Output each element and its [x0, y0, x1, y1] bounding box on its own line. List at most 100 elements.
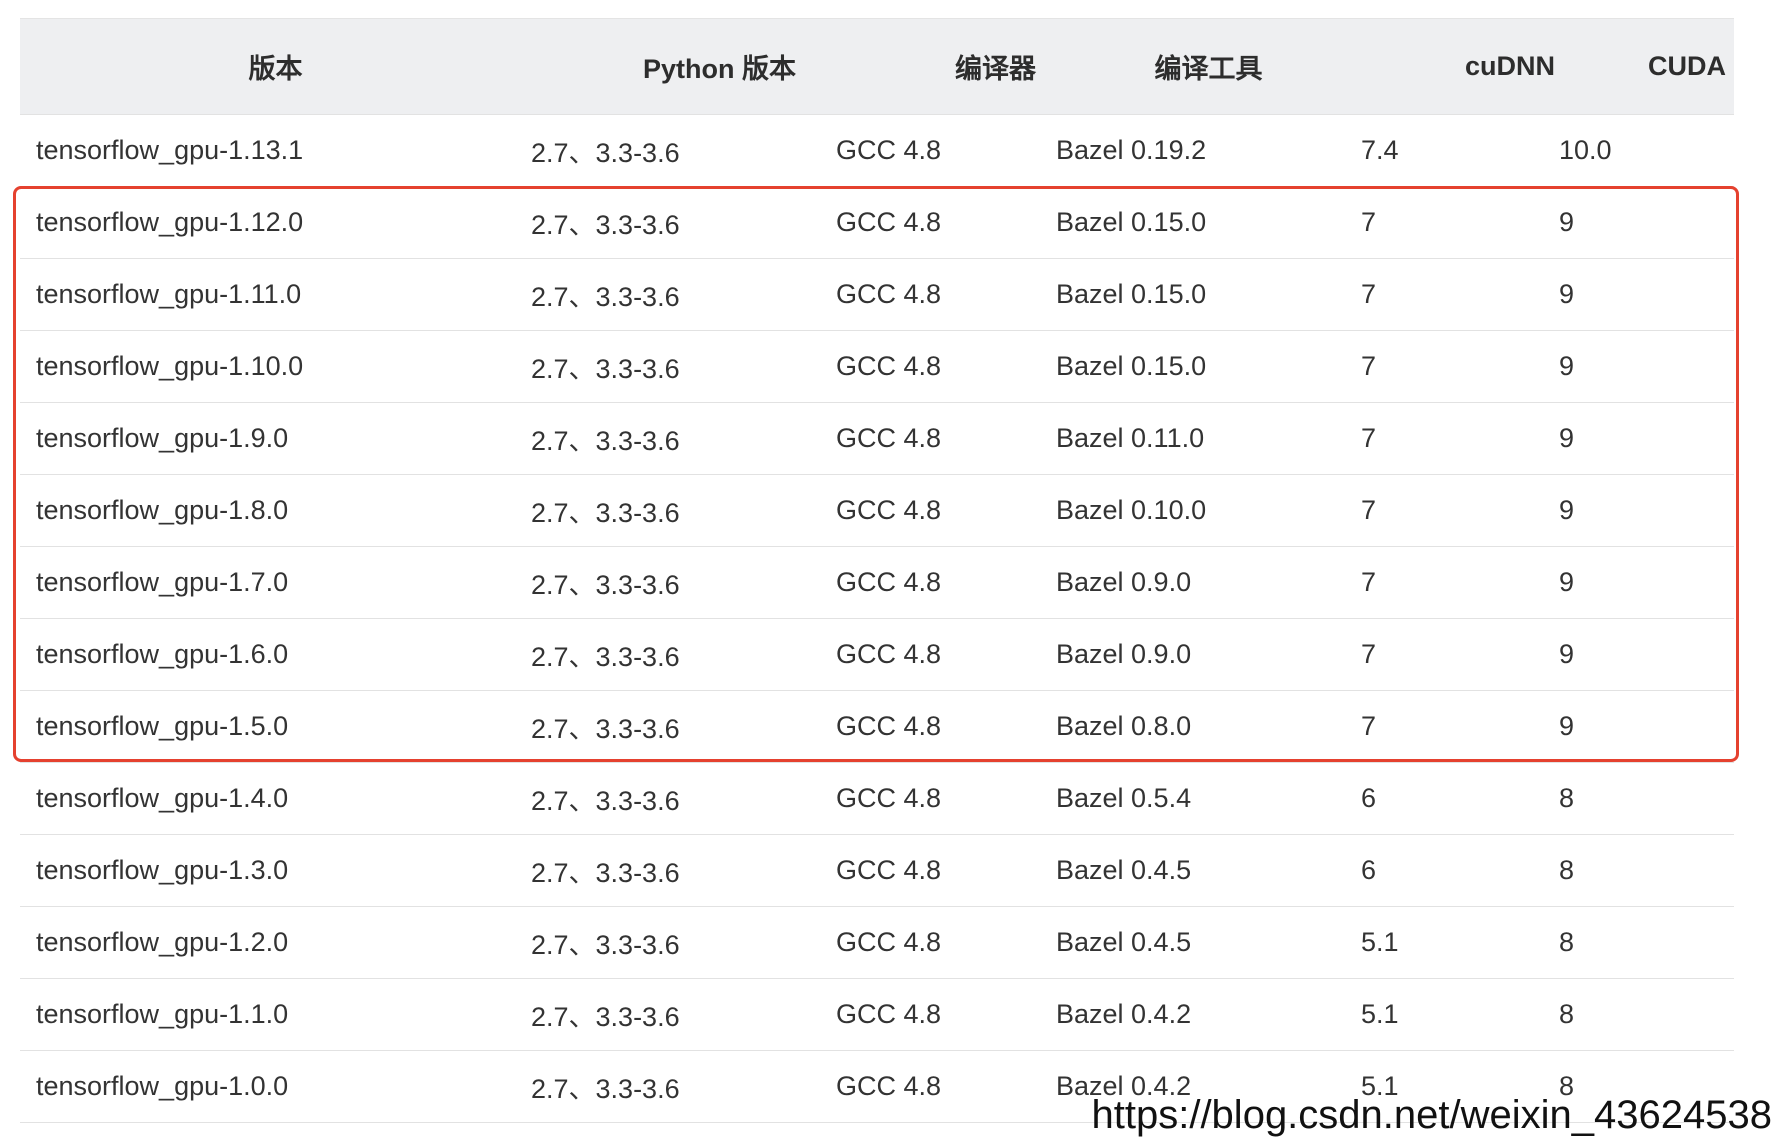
cell-version: tensorflow_gpu-1.1.0 — [36, 999, 289, 1029]
cell-cuda: 9 — [1559, 495, 1575, 525]
cell-cudnn: 7 — [1361, 639, 1377, 669]
header-cuda: CUDA — [1648, 51, 1726, 81]
cell-build-tool: Bazel 0.4.5 — [1056, 927, 1192, 957]
cell-python-version: 2.7、3.3-3.6 — [531, 930, 680, 960]
cell-build-tool: Bazel 0.4.2 — [1056, 999, 1192, 1029]
cell-cuda: 10.0 — [1559, 135, 1612, 165]
cell-python-version: 2.7、3.3-3.6 — [531, 1002, 680, 1032]
cell-cuda: 8 — [1559, 855, 1575, 885]
cell-python-version: 2.7、3.3-3.6 — [531, 426, 680, 456]
cell-cuda: 9 — [1559, 279, 1575, 309]
cell-build-tool: Bazel 0.9.0 — [1056, 567, 1192, 597]
cell-version: tensorflow_gpu-1.10.0 — [36, 351, 304, 381]
table-body: tensorflow_gpu-1.13.1 2.7、3.3-3.6 GCC 4.8 B… — [20, 115, 1734, 1123]
cell-version: tensorflow_gpu-1.9.0 — [36, 423, 289, 453]
cell-compiler: GCC 4.8 — [836, 783, 942, 813]
cell-compiler: GCC 4.8 — [836, 423, 942, 453]
header-version: 版本 — [248, 54, 303, 84]
header-compiler: 编译器 — [955, 54, 1036, 84]
cell-version: tensorflow_gpu-1.2.0 — [36, 927, 289, 957]
cell-cuda: 9 — [1559, 711, 1575, 741]
table-row: tensorflow_gpu-1.9.0 2.7、3.3-3.6 GCC 4.8 Ba… — [20, 403, 1734, 475]
cell-compiler: GCC 4.8 — [836, 711, 942, 741]
cell-cuda: 9 — [1559, 423, 1575, 453]
cell-python-version: 2.7、3.3-3.6 — [531, 498, 680, 528]
cell-cudnn: 7.4 — [1361, 135, 1399, 165]
cell-build-tool: Bazel 0.15.0 — [1056, 207, 1207, 237]
cell-cuda: 9 — [1559, 351, 1575, 381]
cell-cuda: 8 — [1559, 927, 1575, 957]
cell-version: tensorflow_gpu-1.4.0 — [36, 783, 289, 813]
table-row: tensorflow_gpu-1.13.1 2.7、3.3-3.6 GCC 4.8 B… — [20, 115, 1734, 187]
cell-cudnn: 7 — [1361, 495, 1377, 525]
cell-compiler: GCC 4.8 — [836, 279, 942, 309]
cell-cuda: 9 — [1559, 567, 1575, 597]
table-row: tensorflow_gpu-1.1.0 2.7、3.3-3.6 GCC 4.8 Ba… — [20, 979, 1734, 1051]
table-row: tensorflow_gpu-1.10.0 2.7、3.3-3.6 GCC 4.8 B… — [20, 331, 1734, 403]
cell-python-version: 2.7、3.3-3.6 — [531, 714, 680, 744]
cell-compiler: GCC 4.8 — [836, 1071, 942, 1101]
cell-build-tool: Bazel 0.15.0 — [1056, 279, 1207, 309]
cell-cudnn: 5.1 — [1361, 927, 1399, 957]
cell-build-tool: Bazel 0.5.4 — [1056, 783, 1192, 813]
cell-version: tensorflow_gpu-1.0.0 — [36, 1071, 289, 1101]
cell-version: tensorflow_gpu-1.3.0 — [36, 855, 289, 885]
table-header-row: 版本 Python 版本 编译器 编译工具 cuDNN CUDA — [20, 18, 1734, 115]
cell-version: tensorflow_gpu-1.5.0 — [36, 711, 289, 741]
cell-cudnn: 7 — [1361, 423, 1377, 453]
table-row: tensorflow_gpu-1.8.0 2.7、3.3-3.6 GCC 4.8 Ba… — [20, 475, 1734, 547]
table-row: tensorflow_gpu-1.12.0 2.7、3.3-3.6 GCC 4.8 B… — [20, 187, 1734, 259]
cell-build-tool: Bazel 0.8.0 — [1056, 711, 1192, 741]
cell-compiler: GCC 4.8 — [836, 999, 942, 1029]
header-python-version: Python 版本 — [643, 54, 796, 84]
cell-build-tool: Bazel 0.11.0 — [1056, 423, 1205, 453]
cell-compiler: GCC 4.8 — [836, 495, 942, 525]
table-row: tensorflow_gpu-1.5.0 2.7、3.3-3.6 GCC 4.8 Ba… — [20, 691, 1734, 763]
table-row: tensorflow_gpu-1.6.0 2.7、3.3-3.6 GCC 4.8 Ba… — [20, 619, 1734, 691]
cell-python-version: 2.7、3.3-3.6 — [531, 282, 680, 312]
header-build-tool: 编译工具 — [1154, 54, 1263, 84]
cell-python-version: 2.7、3.3-3.6 — [531, 642, 680, 672]
cell-cudnn: 7 — [1361, 279, 1377, 309]
cell-python-version: 2.7、3.3-3.6 — [531, 138, 680, 168]
cell-cuda: 8 — [1559, 783, 1575, 813]
cell-build-tool: Bazel 0.19.2 — [1056, 135, 1207, 165]
cell-build-tool: Bazel 0.10.0 — [1056, 495, 1207, 525]
table-row: tensorflow_gpu-1.2.0 2.7、3.3-3.6 GCC 4.8 Ba… — [20, 907, 1734, 979]
cell-python-version: 2.7、3.3-3.6 — [531, 1074, 680, 1104]
cell-version: tensorflow_gpu-1.13.1 — [36, 135, 304, 165]
cell-python-version: 2.7、3.3-3.6 — [531, 570, 680, 600]
cell-cudnn: 7 — [1361, 207, 1377, 237]
table-row: tensorflow_gpu-1.4.0 2.7、3.3-3.6 GCC 4.8 Ba… — [20, 763, 1734, 835]
cell-cudnn: 7 — [1361, 711, 1377, 741]
cell-cuda: 9 — [1559, 207, 1575, 237]
cell-compiler: GCC 4.8 — [836, 351, 942, 381]
cell-compiler: GCC 4.8 — [836, 639, 942, 669]
version-compatibility-table: 版本 Python 版本 编译器 编译工具 cuDNN CUDA tensorf… — [20, 18, 1734, 1123]
cell-compiler: GCC 4.8 — [836, 135, 942, 165]
cell-build-tool: Bazel 0.9.0 — [1056, 639, 1192, 669]
cell-python-version: 2.7、3.3-3.6 — [531, 786, 680, 816]
table-row: tensorflow_gpu-1.3.0 2.7、3.3-3.6 GCC 4.8 Ba… — [20, 835, 1734, 907]
cell-python-version: 2.7、3.3-3.6 — [531, 858, 680, 888]
cell-build-tool: Bazel 0.15.0 — [1056, 351, 1207, 381]
cell-version: tensorflow_gpu-1.7.0 — [36, 567, 289, 597]
cell-version: tensorflow_gpu-1.6.0 — [36, 639, 289, 669]
header-cudnn: cuDNN — [1464, 51, 1555, 81]
cell-cuda: 8 — [1559, 999, 1575, 1029]
cell-python-version: 2.7、3.3-3.6 — [531, 354, 680, 384]
cell-version: tensorflow_gpu-1.11.0 — [36, 279, 302, 309]
cell-build-tool: Bazel 0.4.5 — [1056, 855, 1192, 885]
cell-compiler: GCC 4.8 — [836, 927, 942, 957]
cell-cudnn: 6 — [1361, 855, 1377, 885]
cell-cudnn: 7 — [1361, 351, 1377, 381]
cell-compiler: GCC 4.8 — [836, 567, 942, 597]
cell-python-version: 2.7、3.3-3.6 — [531, 210, 680, 240]
cell-compiler: GCC 4.8 — [836, 855, 942, 885]
cell-cuda: 9 — [1559, 639, 1575, 669]
cell-version: tensorflow_gpu-1.8.0 — [36, 495, 289, 525]
table-row: tensorflow_gpu-1.7.0 2.7、3.3-3.6 GCC 4.8 Ba… — [20, 547, 1734, 619]
table-row: tensorflow_gpu-1.11.0 2.7、3.3-3.6 GCC 4.8 B… — [20, 259, 1734, 331]
watermark-url: https://blog.csdn.net/weixin_43624538 — [1091, 1093, 1773, 1137]
cell-cudnn: 7 — [1361, 567, 1377, 597]
